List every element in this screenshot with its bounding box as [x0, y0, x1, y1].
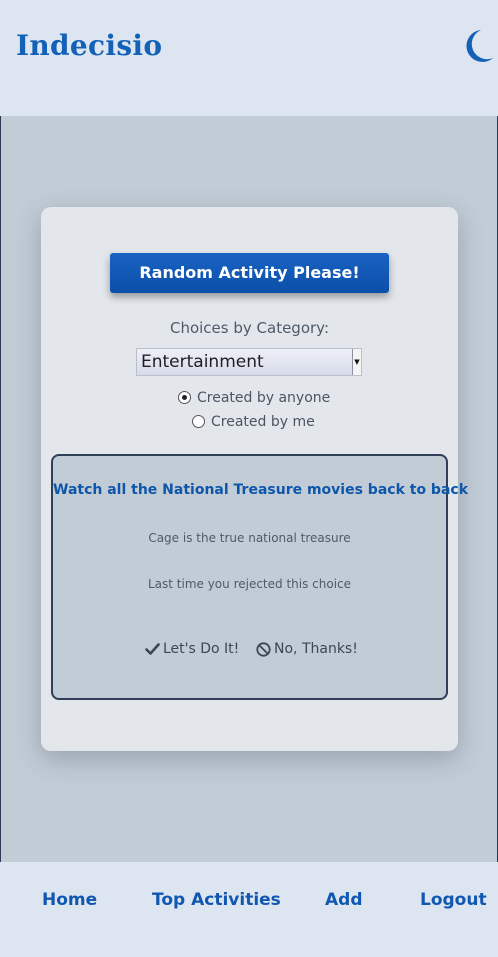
accept-label: Let's Do It!: [163, 641, 240, 657]
radio-label-me: Created by me: [211, 414, 315, 430]
nav-logout[interactable]: Logout: [420, 890, 487, 910]
reject-label: No, Thanks!: [274, 641, 358, 657]
nav-add[interactable]: Add: [325, 890, 363, 910]
nav-home[interactable]: Home: [42, 890, 97, 910]
category-select[interactable]: Entertainment ▼: [136, 348, 362, 376]
activity-title: Watch all the National Treasure movies b…: [53, 482, 469, 498]
ban-icon: [256, 642, 271, 657]
check-icon: [145, 643, 160, 655]
bottom-nav: Home Top Activities Add Logout: [0, 862, 498, 957]
chevron-down-icon: ▼: [352, 349, 361, 375]
category-label: Choices by Category:: [169, 319, 330, 337]
radio-label-anyone: Created by anyone: [197, 390, 331, 406]
radio-button[interactable]: [192, 415, 205, 428]
activity-card: Random Activity Please! Choices by Categ…: [41, 207, 469, 751]
activity-history-note: Last time you rejected this choice: [147, 577, 352, 591]
brand-title[interactable]: Indecisio: [16, 29, 162, 62]
activity-suggestion-box: Watch all the National Treasure movies b…: [51, 454, 469, 700]
radio-button-checked[interactable]: [178, 391, 191, 404]
category-select-value: Entertainment: [141, 352, 264, 372]
random-activity-button[interactable]: Random Activity Please!: [110, 253, 389, 293]
moon-icon[interactable]: [460, 28, 494, 64]
nav-top-activities[interactable]: Top Activities: [152, 890, 281, 910]
activity-description: Cage is the true national treasure: [148, 531, 351, 545]
top-header: Indecisio: [0, 0, 498, 116]
